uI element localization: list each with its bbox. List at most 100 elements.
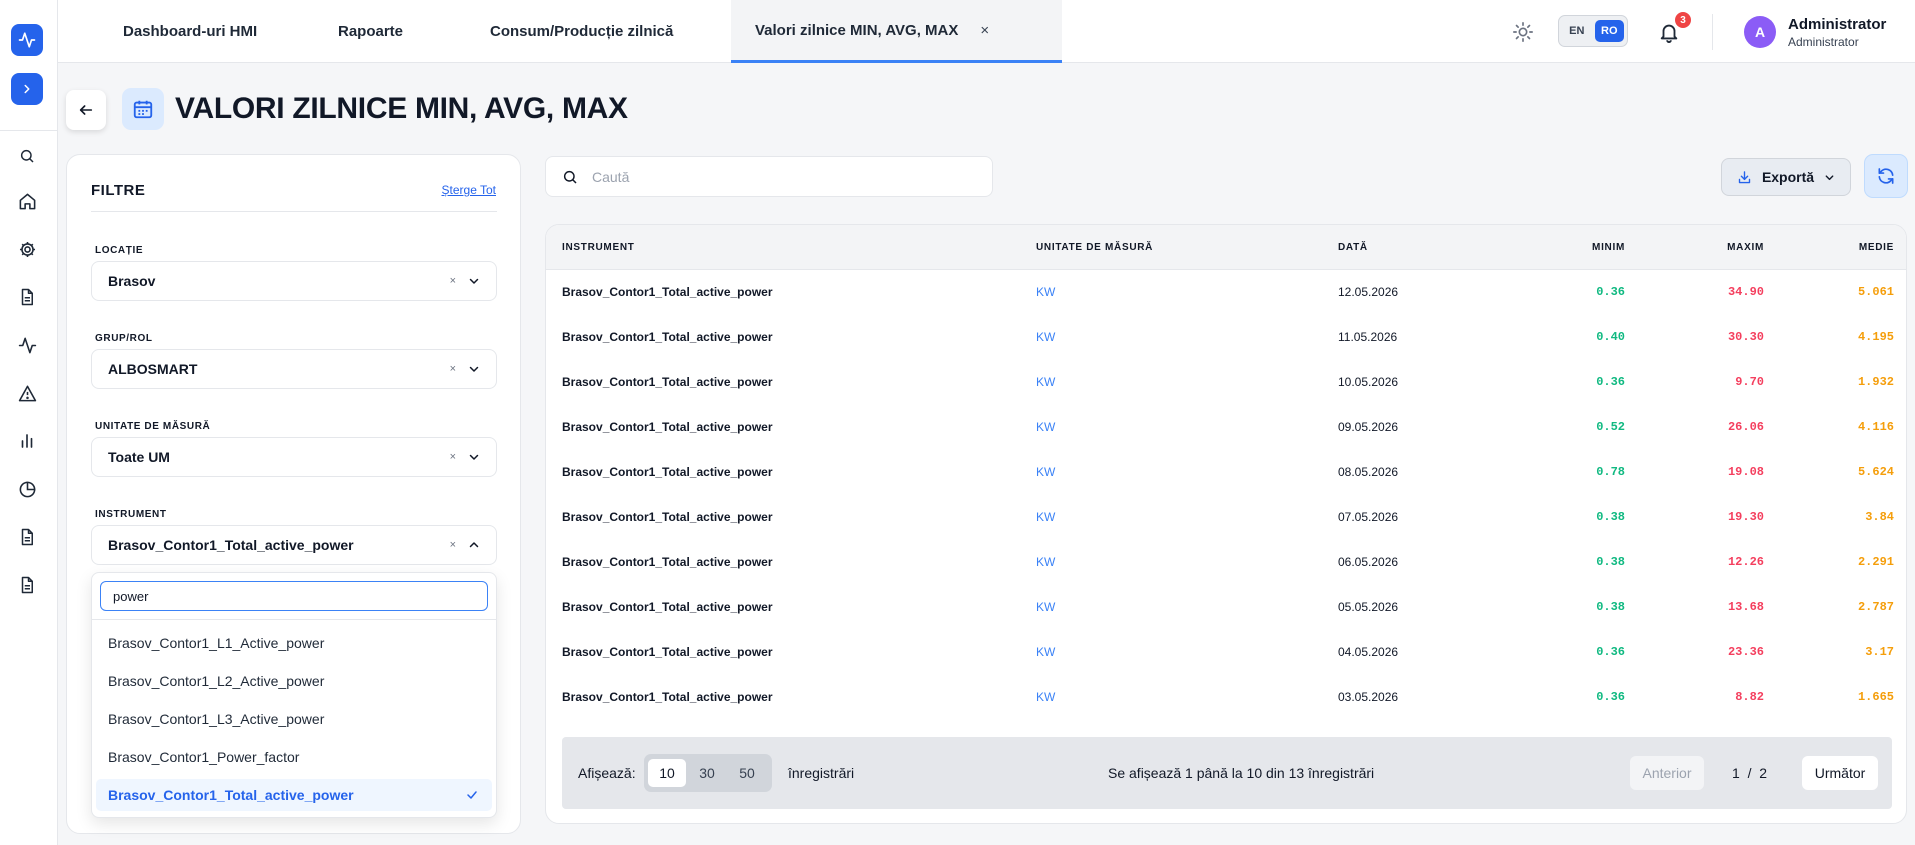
alert-icon[interactable]	[17, 383, 37, 403]
table-row[interactable]: Brasov_Contor1_Total_active_power KW 11.…	[546, 315, 1906, 360]
instrument-select[interactable]: Brasov_Contor1_Total_active_power ×	[91, 525, 497, 565]
chevron-up-icon	[469, 542, 479, 548]
table-row[interactable]: Brasov_Contor1_Total_active_power KW 09.…	[546, 405, 1906, 450]
expand-sidebar-button[interactable]	[11, 73, 43, 105]
cell-avg: 1.665	[1857, 690, 1894, 704]
previous-page-button[interactable]: Anterior	[1630, 756, 1704, 790]
records-label: înregistrări	[788, 765, 855, 781]
page-indicator: 1 / 2	[1732, 765, 1767, 781]
cell-min: 0.36	[1596, 375, 1625, 389]
tab-daily-consumption[interactable]: Consum/Producție zilnică	[490, 0, 673, 63]
instrument-dropdown: Brasov_Contor1_L1_Active_power Brasov_Co…	[91, 572, 497, 818]
cell-avg: 2.787	[1857, 600, 1894, 614]
close-tab-icon[interactable]: ×	[980, 22, 989, 39]
tab-label: Dashboard-uri HMI	[123, 23, 258, 40]
current-page: 1	[1732, 765, 1740, 781]
cell-max: 34.90	[1727, 285, 1764, 299]
gear-icon[interactable]	[17, 239, 37, 259]
avatar[interactable]: A	[1744, 16, 1776, 48]
cell-instrument: Brasov_Contor1_Total_active_power	[562, 465, 773, 479]
search-icon[interactable]	[17, 146, 37, 166]
export-button[interactable]: Exportă	[1721, 158, 1851, 196]
dropdown-option[interactable]: Brasov_Contor1_Power_factor	[96, 741, 492, 773]
table-row[interactable]: Brasov_Contor1_Total_active_power KW 03.…	[546, 675, 1906, 720]
page-title: VALORI ZILNICE MIN, AVG, MAX	[175, 92, 628, 125]
total-pages: 2	[1759, 765, 1768, 781]
page-size-option[interactable]: 30	[688, 759, 726, 787]
page-separator: /	[1747, 765, 1752, 781]
dropdown-option[interactable]: Brasov_Contor1_L3_Active_power	[96, 703, 492, 735]
column-header-instrument[interactable]: INSTRUMENT	[562, 242, 635, 253]
lang-ro-button[interactable]: RO	[1594, 20, 1624, 42]
table-row[interactable]: Brasov_Contor1_Total_active_power KW 12.…	[546, 270, 1906, 315]
document-icon[interactable]	[17, 575, 37, 595]
tab-dashboard-hmi[interactable]: Dashboard-uri HMI	[123, 0, 257, 63]
document-icon[interactable]	[17, 527, 37, 547]
cell-unit: KW	[1036, 645, 1056, 659]
activity-icon[interactable]	[17, 335, 37, 355]
table-row[interactable]: Brasov_Contor1_Total_active_power KW 04.…	[546, 630, 1906, 675]
column-header-avg[interactable]: MEDIE	[1859, 242, 1894, 253]
column-header-min[interactable]: MINIM	[1592, 242, 1625, 253]
clear-icon[interactable]: ×	[450, 363, 456, 375]
table-row[interactable]: Brasov_Contor1_Total_active_power KW 06.…	[546, 540, 1906, 585]
cell-max: 26.06	[1727, 420, 1764, 434]
table-row[interactable]: Brasov_Contor1_Total_active_power KW 08.…	[546, 450, 1906, 495]
instrument-search-input[interactable]	[100, 581, 488, 611]
logo-activity-icon[interactable]	[11, 24, 43, 56]
cell-avg: 5.624	[1857, 465, 1894, 479]
column-header-max[interactable]: MAXIM	[1727, 242, 1764, 253]
cell-instrument: Brasov_Contor1_Total_active_power	[562, 645, 773, 659]
dropdown-option[interactable]: Brasov_Contor1_L2_Active_power	[96, 665, 492, 697]
cell-date: 09.05.2026	[1338, 420, 1399, 434]
home-icon[interactable]	[17, 191, 37, 211]
cell-min: 0.38	[1596, 510, 1625, 524]
cell-avg: 4.116	[1857, 420, 1894, 434]
pie-chart-icon[interactable]	[17, 479, 37, 499]
cell-date: 12.05.2026	[1338, 285, 1399, 299]
bar-chart-icon[interactable]	[17, 431, 37, 451]
refresh-icon	[1878, 168, 1894, 184]
group-select[interactable]: ALBOSMART ×	[91, 349, 497, 389]
language-switch: EN RO	[1558, 15, 1628, 47]
theme-toggle-sun-icon[interactable]	[1512, 21, 1534, 43]
chevron-down-icon	[1825, 174, 1834, 180]
column-header-date[interactable]: DATĂ	[1338, 242, 1368, 253]
clear-icon[interactable]: ×	[450, 275, 456, 287]
table-row[interactable]: Brasov_Contor1_Total_active_power KW 07.…	[546, 495, 1906, 540]
tab-daily-min-avg-max[interactable]: Valori zilnice MIN, AVG, MAX ×	[731, 0, 1062, 63]
clear-icon[interactable]: ×	[450, 451, 456, 463]
table-row[interactable]: Brasov_Contor1_Total_active_power KW 05.…	[546, 585, 1906, 630]
page-size-selector: 10 30 50	[644, 754, 772, 792]
rail-divider	[0, 130, 58, 131]
page-size-option[interactable]: 50	[728, 759, 766, 787]
lang-en-button[interactable]: EN	[1562, 20, 1592, 42]
refresh-button[interactable]	[1864, 154, 1908, 198]
cell-max: 23.36	[1727, 645, 1764, 659]
cell-unit: KW	[1036, 330, 1056, 344]
location-select[interactable]: Brasov ×	[91, 261, 497, 301]
cell-unit: KW	[1036, 555, 1056, 569]
document-icon[interactable]	[17, 287, 37, 307]
tab-label: Rapoarte	[338, 23, 404, 40]
clear-icon[interactable]: ×	[450, 539, 456, 551]
search-icon	[563, 170, 577, 184]
cell-instrument: Brasov_Contor1_Total_active_power	[562, 555, 773, 569]
clear-all-link[interactable]: Șterge Tot	[442, 183, 496, 197]
search-input[interactable]	[592, 168, 972, 185]
next-page-button[interactable]: Următor	[1802, 756, 1878, 790]
dropdown-option[interactable]: Brasov_Contor1_L1_Active_power	[96, 627, 492, 659]
dropdown-option-selected[interactable]: Brasov_Contor1_Total_active_power	[96, 779, 492, 811]
table-row[interactable]: Brasov_Contor1_Total_active_power KW 10.…	[546, 360, 1906, 405]
cell-date: 08.05.2026	[1338, 465, 1399, 479]
instrument-value: Brasov_Contor1_Total_active_power	[108, 537, 354, 553]
pagination-bar: Afișează: 10 30 50 înregistrări Se afișe…	[562, 737, 1892, 809]
unit-select[interactable]: Toate UM ×	[91, 437, 497, 477]
column-header-unit[interactable]: UNITATE DE MĂSURĂ	[1036, 242, 1153, 253]
cell-date: 10.05.2026	[1338, 375, 1399, 389]
tab-reports[interactable]: Rapoarte	[338, 0, 403, 63]
back-button[interactable]	[66, 90, 106, 130]
dropdown-option-label: Brasov_Contor1_Total_active_power	[108, 787, 354, 803]
cell-avg: 2.291	[1857, 555, 1894, 569]
page-size-option[interactable]: 10	[648, 759, 686, 787]
